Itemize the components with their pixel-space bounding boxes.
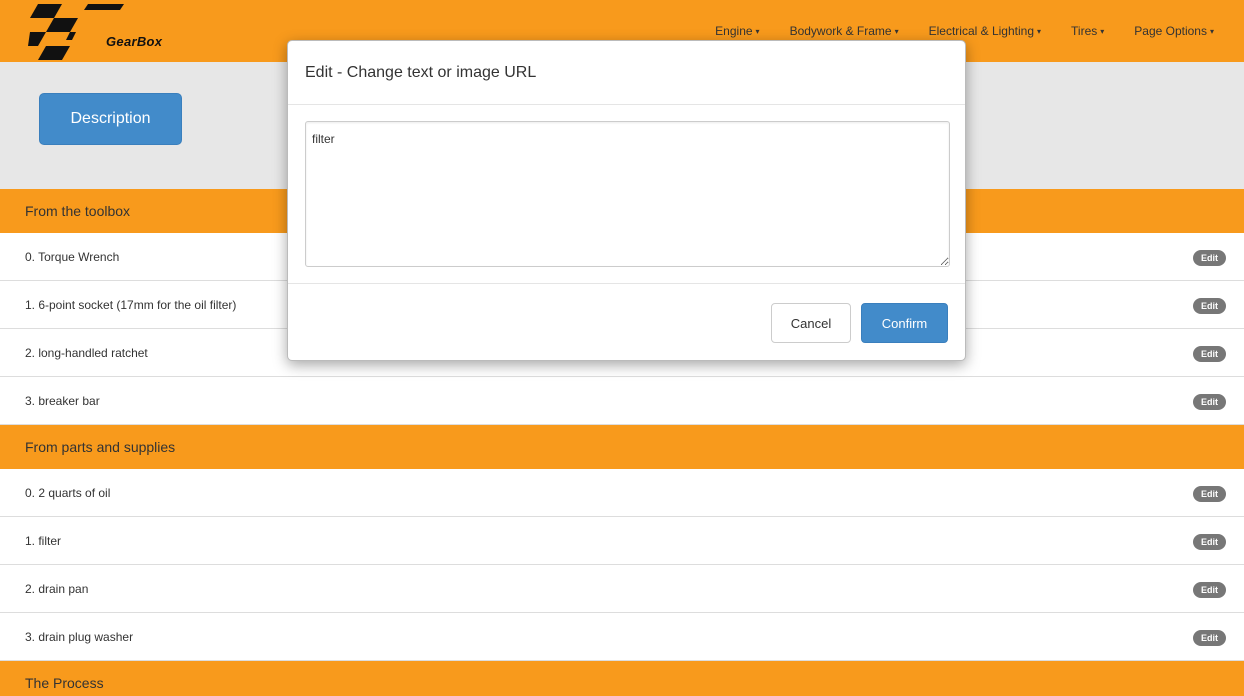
cancel-button[interactable]: Cancel xyxy=(771,303,851,343)
modal-header: Edit - Change text or image URL xyxy=(288,41,965,105)
modal-body: filter xyxy=(288,105,965,285)
edit-modal: Edit - Change text or image URL filter C… xyxy=(287,40,966,361)
modal-title: Edit - Change text or image URL xyxy=(305,64,537,81)
edit-textarea[interactable]: filter xyxy=(305,121,950,267)
confirm-button[interactable]: Confirm xyxy=(861,303,948,343)
modal-footer: Cancel Confirm xyxy=(288,283,965,360)
